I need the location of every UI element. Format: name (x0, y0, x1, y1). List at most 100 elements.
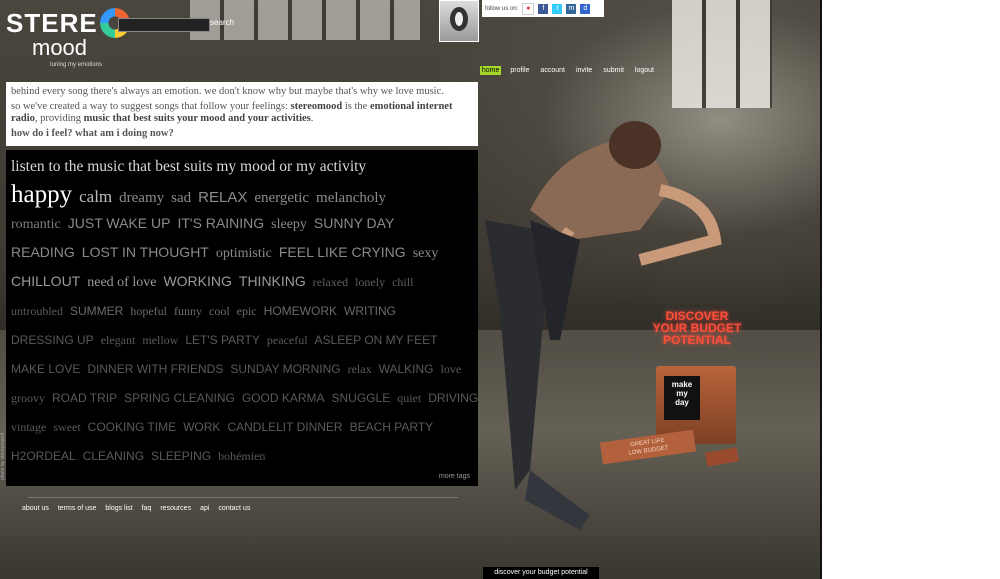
tag-link[interactable]: WALKING (379, 362, 434, 376)
tag-link[interactable]: CANDLELIT DINNER (227, 420, 342, 434)
tag-link[interactable]: DINNER WITH FRIENDS (87, 362, 223, 376)
tag-cloud-heading: listen to the music that best suits my m… (11, 158, 367, 175)
computer-screen: make my day (664, 376, 700, 420)
tag-link[interactable]: WORK (183, 420, 220, 434)
intro-text: behind every song there's always an emot… (11, 86, 444, 97)
nav-submit[interactable]: submit (601, 66, 626, 75)
tag-link[interactable]: THINKING (239, 273, 306, 289)
tag-link[interactable]: LET'S PARTY (185, 333, 260, 347)
twitter-icon[interactable]: t (552, 3, 563, 14)
search-input[interactable] (118, 18, 210, 32)
tag-link[interactable]: energetic (254, 190, 309, 206)
tag-link[interactable]: H2ORDEAL (11, 449, 76, 463)
tag-link[interactable]: GOOD KARMA (242, 391, 325, 405)
tag-link[interactable]: MAKE LOVE (11, 362, 80, 376)
tag-link[interactable]: sweet (53, 420, 80, 434)
tag-link[interactable]: WORKING (163, 273, 231, 289)
tag-link[interactable]: LOST IN THOUGHT (82, 244, 209, 260)
intro-fragment: , providing (34, 113, 84, 124)
tag-link[interactable]: CLEANING (83, 449, 144, 463)
tag-row: READING LOST IN THOUGHT optimistic FEEL LIK… (11, 238, 473, 267)
tag-link[interactable]: SUNNY DAY (314, 215, 394, 231)
nav-logout[interactable]: logout (633, 66, 656, 75)
tag-link[interactable]: vintage (11, 420, 46, 434)
tag-link[interactable]: dreamy (119, 190, 164, 206)
tag-link[interactable]: BEACH PARTY (350, 420, 434, 434)
tag-link[interactable]: happy (11, 181, 72, 208)
tag-cloud: listen to the music that best suits my m… (6, 150, 478, 486)
tag-link[interactable]: optimistic (216, 246, 272, 261)
flickr-icon[interactable]: ● (522, 2, 535, 15)
tag-link[interactable]: IT'S RAINING (177, 215, 264, 231)
tag-link[interactable]: DRIVING (428, 391, 478, 405)
search-button[interactable]: search (210, 18, 234, 27)
tag-link[interactable]: DRESSING UP (11, 333, 94, 347)
tag-link[interactable]: SNUGGLE (332, 391, 391, 405)
tag-link[interactable]: hopeful (130, 304, 167, 318)
stereomood-logo[interactable]: STERE mood tuning my emotions (6, 8, 130, 68)
tag-link[interactable]: HOMEWORK (264, 304, 337, 318)
footer-link-contact-us[interactable]: contact us (218, 505, 250, 512)
more-tags-link[interactable]: more tags (439, 473, 470, 480)
footer-link-api[interactable]: api (200, 505, 209, 512)
tag-link[interactable]: cool (209, 304, 230, 318)
tag-link[interactable]: epic (237, 304, 257, 318)
tag-link[interactable]: calm (79, 187, 112, 206)
tag-link[interactable]: sexy (413, 246, 439, 261)
tag-link[interactable]: chill (392, 275, 413, 289)
tag-link[interactable]: CHILLOUT (11, 273, 80, 289)
tag-link[interactable]: love (440, 362, 461, 376)
tag-link[interactable]: sad (171, 190, 191, 206)
tag-link[interactable]: ASLEEP ON MY FEET (315, 333, 438, 347)
tag-link[interactable]: groovy (11, 391, 45, 405)
footer-link-about-us[interactable]: about us (22, 505, 49, 512)
tag-link[interactable]: SUNDAY MORNING (230, 362, 340, 376)
discover-banner-button[interactable]: discover your budget potential (483, 567, 599, 579)
intro-panel: behind every song there's always an emot… (6, 82, 478, 146)
footer-link-faq[interactable]: faq (142, 505, 152, 512)
nav-home[interactable]: home (479, 66, 502, 75)
logo-tagline: tuning my emotions (50, 62, 103, 68)
tag-link[interactable]: lonely (355, 275, 385, 289)
tag-link[interactable]: JUST WAKE UP (68, 215, 171, 231)
tag-link[interactable]: untroubled (11, 304, 63, 318)
tag-row: groovy ROAD TRIP SPRING CLEANING GOOD KARMA… (11, 383, 478, 412)
tag-link[interactable]: WRITING (344, 304, 396, 318)
tag-link[interactable]: funny (174, 304, 202, 318)
tag-link[interactable]: SUMMER (70, 304, 123, 318)
tag-link[interactable]: relaxed (313, 275, 348, 289)
footer-link-resources[interactable]: resources (160, 505, 191, 512)
tag-link[interactable]: relax (348, 362, 372, 376)
tag-link[interactable]: peaceful (267, 333, 308, 347)
avatar[interactable] (439, 0, 479, 42)
tag-link[interactable]: READING (11, 244, 75, 260)
tag-link[interactable]: SPRING CLEANING (124, 391, 235, 405)
tag-link[interactable]: COOKING TIME (88, 420, 176, 434)
footer-link-blogs-list[interactable]: blogs list (105, 505, 132, 512)
footer-link-terms[interactable]: terms of use (58, 505, 97, 512)
tag-link[interactable]: bohémien (218, 449, 265, 463)
tag-link[interactable]: SLEEPING (151, 449, 211, 463)
logo-text: mood (32, 35, 88, 60)
nav-profile[interactable]: profile (508, 66, 531, 75)
tag-link[interactable]: mellow (142, 333, 178, 347)
screen-line: my (676, 389, 688, 398)
nav-invite[interactable]: invite (574, 66, 594, 75)
main-nav: home profile account invite submit logou… (479, 66, 656, 75)
tag-link[interactable]: need of love (87, 275, 156, 290)
nav-account[interactable]: account (538, 66, 567, 75)
tag-link[interactable]: quiet (397, 391, 421, 405)
tag-link[interactable]: sleepy (271, 217, 307, 232)
intro-question[interactable]: how do i feel? what am i doing now? (11, 128, 473, 140)
tag-link[interactable]: elegant (101, 333, 136, 347)
tag-link[interactable]: FEEL LIKE CRYING (279, 244, 406, 260)
tag-link[interactable]: RELAX (198, 189, 247, 206)
delicious-icon[interactable]: d (580, 3, 591, 14)
myspace-icon[interactable]: m (566, 3, 577, 14)
tag-link[interactable]: romantic (11, 217, 61, 232)
tag-link[interactable]: melancholy (316, 190, 386, 206)
side-credit: photo by stereomood (0, 433, 6, 480)
tag-link[interactable]: ROAD TRIP (52, 391, 117, 405)
facebook-icon[interactable]: f (538, 3, 549, 14)
follow-label: follow us on: (485, 5, 519, 12)
